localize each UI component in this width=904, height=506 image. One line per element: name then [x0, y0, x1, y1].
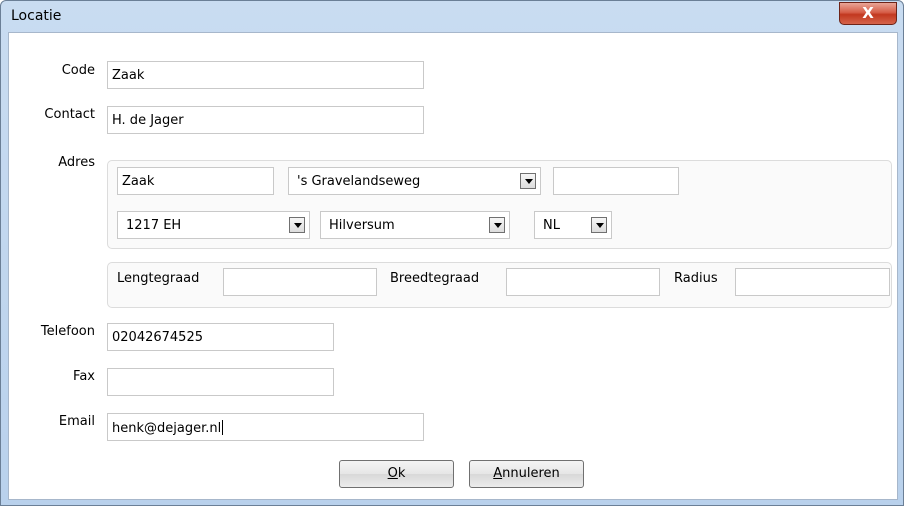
fax-label: Fax [73, 369, 95, 384]
telefoon-label: Telefoon [40, 324, 95, 339]
country-value: NL [543, 218, 560, 233]
lengtegraad-input[interactable] [223, 268, 377, 296]
ok-label: k [397, 466, 406, 481]
dialog-content: Code Zaak Contact H. de Jager Adres Zaak… [8, 32, 898, 500]
title-bar[interactable]: Locatie X [1, 1, 903, 31]
code-label: Code [61, 63, 95, 78]
chevron-down-icon[interactable] [591, 217, 607, 233]
contact-label: Contact [44, 107, 95, 122]
window-title: Locatie [11, 8, 62, 24]
radius-label: Radius [674, 271, 718, 286]
fax-input[interactable] [107, 368, 334, 396]
cancel-button[interactable]: Annuleren [469, 460, 584, 488]
lengtegraad-label: Lengtegraad [117, 271, 200, 286]
ok-mnemonic: O [387, 466, 398, 481]
adres-label: Adres [58, 155, 95, 170]
cancel-label: nnuleren [502, 466, 560, 481]
text-cursor [222, 420, 224, 435]
cancel-mnemonic: A [493, 466, 503, 481]
chevron-down-icon[interactable] [289, 217, 305, 233]
code-input[interactable]: Zaak [107, 61, 424, 89]
email-value: henk@dejager.nl [112, 421, 222, 436]
dialog-window: Locatie X Code Zaak Contact H. de Jager … [0, 0, 904, 506]
contact-input[interactable]: H. de Jager [107, 106, 424, 134]
street-value: 's Gravelandseweg [297, 174, 421, 189]
ok-button[interactable]: Ok [339, 460, 454, 488]
postcode-value: 1217 EH [126, 218, 182, 233]
street-combobox[interactable]: 's Gravelandseweg [288, 167, 541, 195]
house-number-input[interactable] [553, 167, 679, 195]
chevron-down-icon[interactable] [520, 173, 536, 189]
city-value: Hilversum [329, 218, 395, 233]
coordinates-group: Lengtegraad Breedtegraad Radius [107, 262, 892, 308]
chevron-down-icon[interactable] [489, 217, 505, 233]
postcode-combobox[interactable]: 1217 EH [117, 211, 310, 239]
telefoon-input[interactable]: 02042674525 [107, 323, 334, 351]
breedtegraad-label: Breedtegraad [390, 271, 480, 286]
address-name-input[interactable]: Zaak [117, 167, 274, 195]
breedtegraad-input[interactable] [506, 268, 660, 296]
radius-input[interactable] [735, 268, 890, 296]
email-input[interactable]: henk@dejager.nl [107, 413, 424, 441]
close-button[interactable]: X [839, 2, 897, 25]
address-group: Zaak 's Gravelandseweg 1217 EH Hilversum… [107, 160, 892, 249]
country-combobox[interactable]: NL [534, 211, 612, 239]
close-icon: X [862, 4, 874, 22]
email-label: Email [58, 414, 95, 429]
city-combobox[interactable]: Hilversum [320, 211, 510, 239]
